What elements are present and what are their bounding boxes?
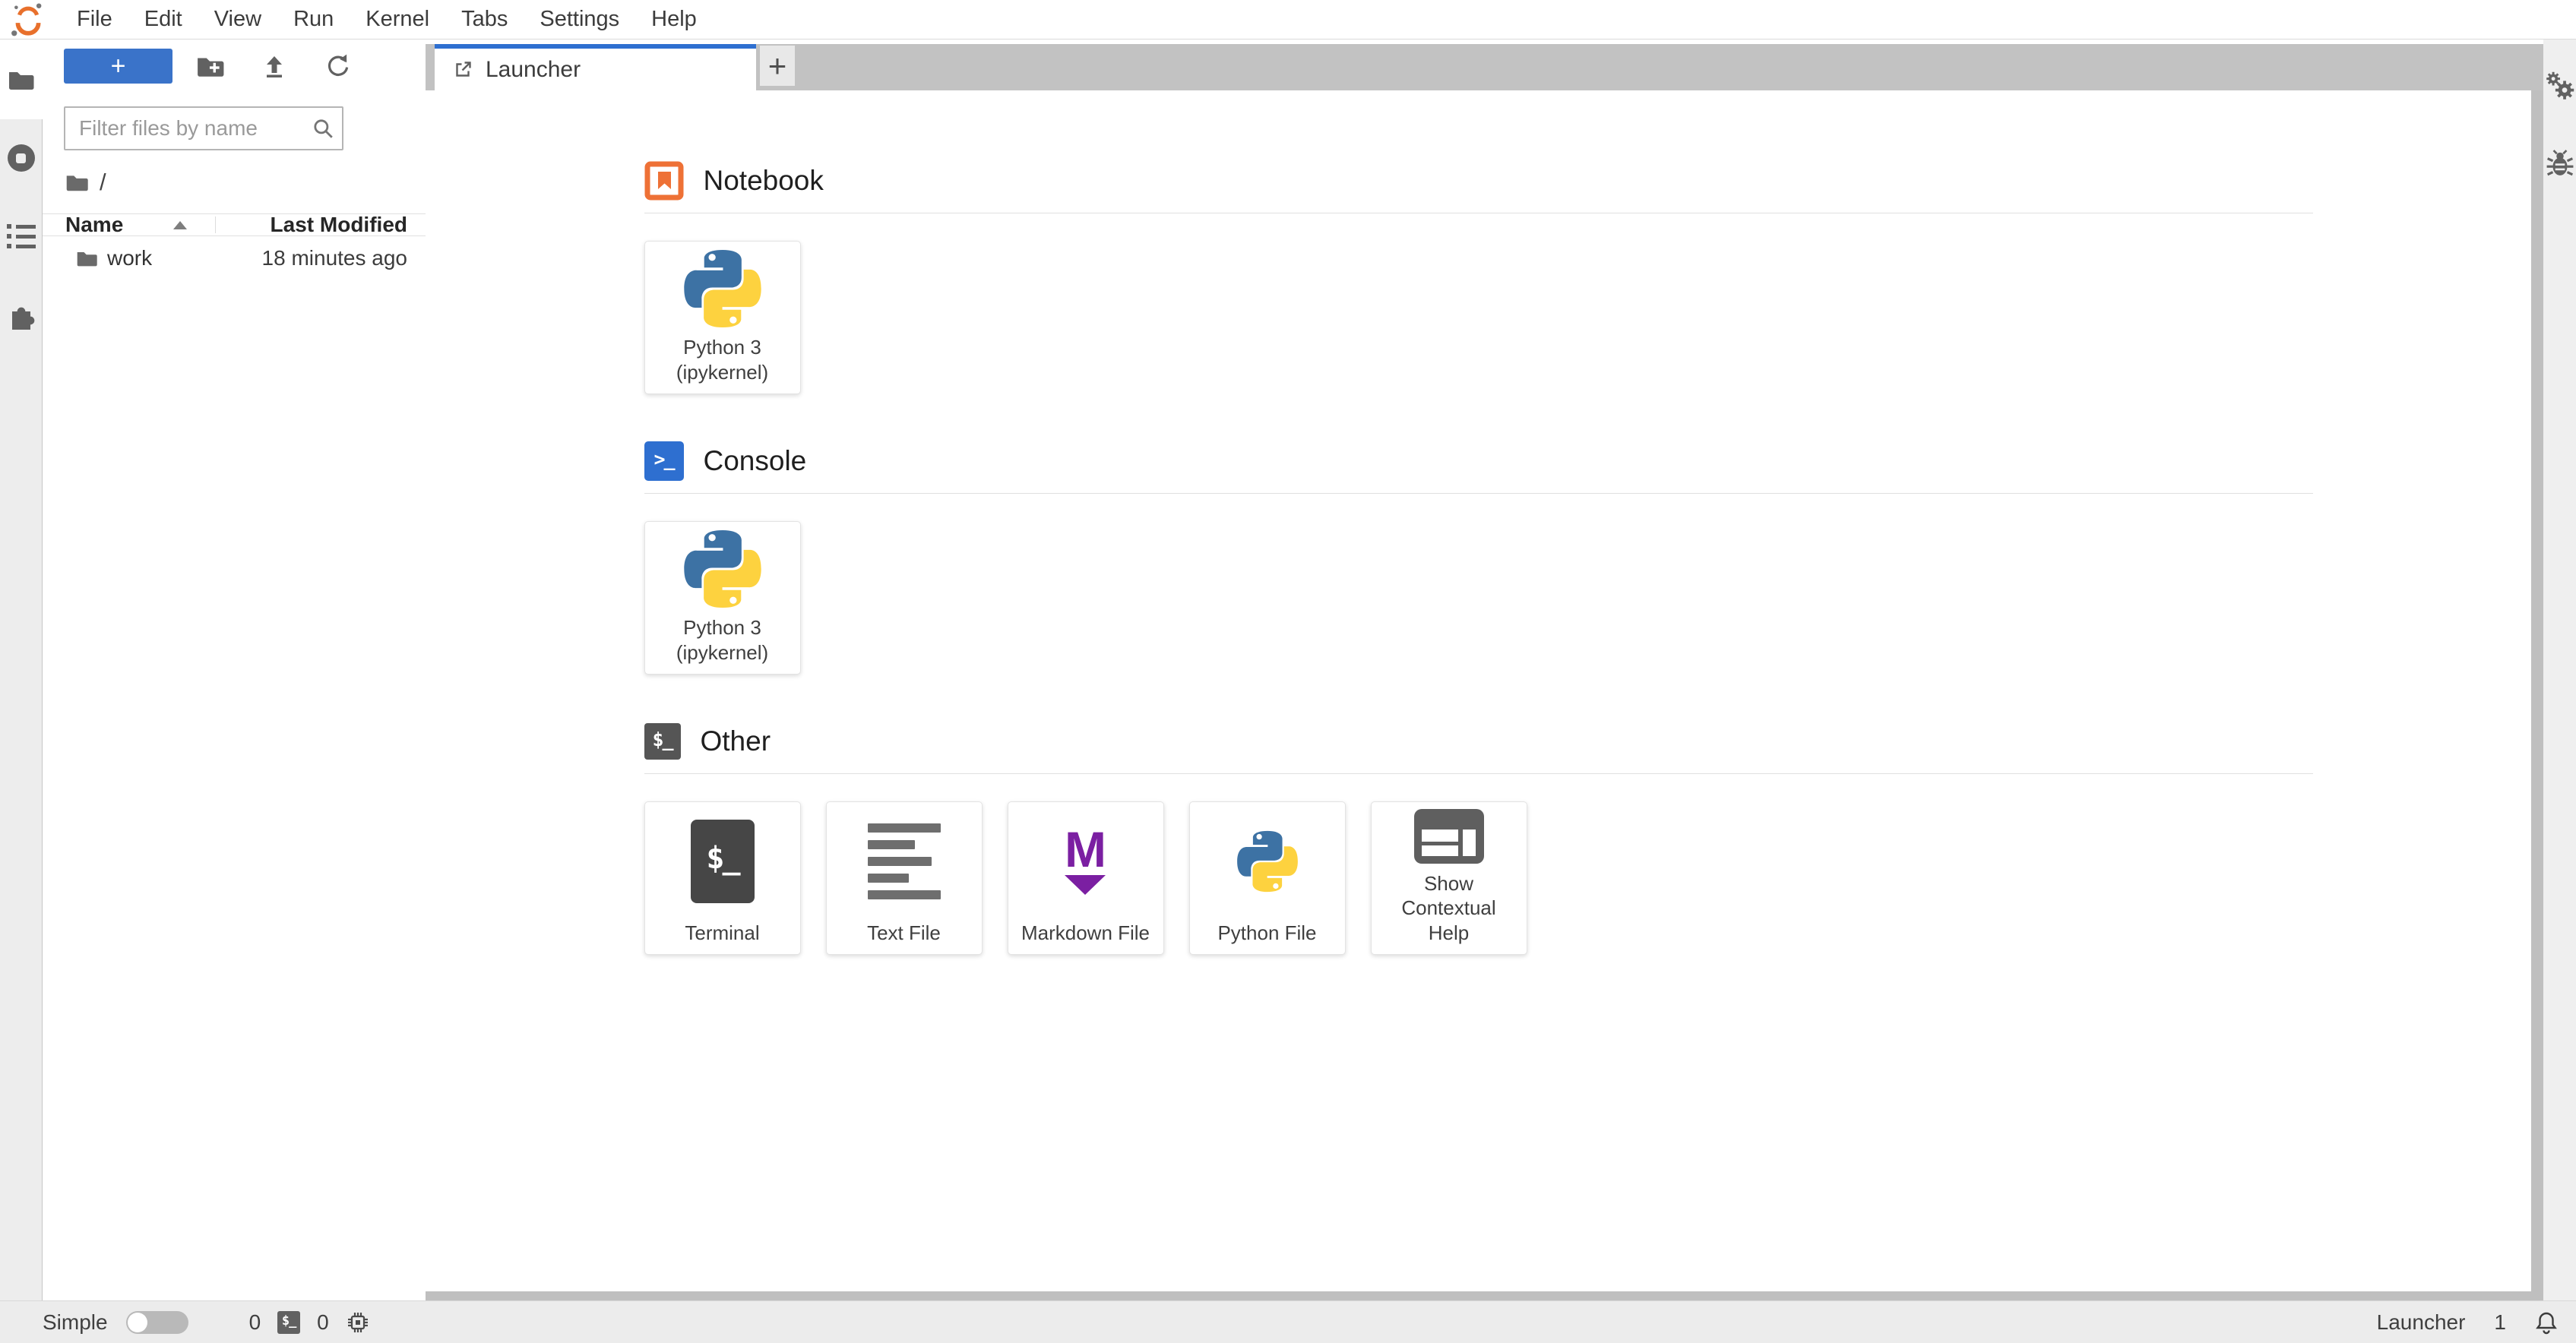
launcher-panel: Notebook Python 3 (ipykernel) >_ Console…: [426, 90, 2531, 1291]
file-name: work: [107, 246, 153, 270]
file-row-work[interactable]: work 18 minutes ago: [43, 238, 426, 279]
terminals-count: 0: [248, 1310, 261, 1334]
file-list-header: Name Last Modified: [43, 213, 426, 236]
menu-item-kernel[interactable]: Kernel: [350, 0, 445, 39]
python-logo: [676, 242, 769, 335]
menu-item-edit[interactable]: Edit: [128, 0, 198, 39]
card-label: Text File: [867, 921, 941, 944]
new-launcher-button[interactable]: +: [64, 49, 172, 84]
section-divider: [644, 773, 2313, 774]
launcher-icon: [456, 61, 471, 77]
launcher-card-console-python3[interactable]: Python 3 (ipykernel): [644, 521, 801, 675]
column-divider: [215, 216, 216, 233]
section-title: Console: [703, 445, 807, 476]
filter-files-input[interactable]: [64, 106, 343, 150]
refresh-button[interactable]: [321, 49, 355, 83]
python-logo: [1231, 825, 1304, 898]
breadcrumb-root: /: [100, 169, 106, 195]
simple-mode-toggle[interactable]: [125, 1310, 188, 1334]
tab-launcher[interactable]: Launcher: [435, 44, 756, 90]
menu-item-view[interactable]: View: [198, 0, 277, 39]
home-folder-icon[interactable]: [65, 172, 89, 192]
sort-ascending-icon: [173, 220, 188, 229]
launcher-card-markdown-file[interactable]: M Markdown File: [1007, 801, 1164, 955]
current-widget-label: Launcher: [2376, 1310, 2466, 1334]
upload-button[interactable]: [258, 49, 291, 83]
file-last-modified: 18 minutes ago: [261, 246, 407, 270]
breadcrumb: /: [65, 167, 106, 198]
menu-item-run[interactable]: Run: [277, 0, 350, 39]
new-folder-button[interactable]: [194, 49, 227, 83]
menu-item-help[interactable]: Help: [635, 0, 713, 39]
sidebar-tab-running-kernels[interactable]: [6, 143, 36, 173]
bell-icon[interactable]: [2535, 1310, 2558, 1335]
right-sidebar-strip: [2543, 40, 2576, 1300]
jupyter-logo: [11, 2, 42, 36]
new-folder-icon: [196, 54, 225, 78]
launcher-card-terminal[interactable]: $_ Terminal: [644, 801, 801, 955]
launcher-section-notebook: Notebook Python 3 (ipykernel): [644, 160, 2313, 394]
running-icon: [7, 144, 35, 172]
kernels-count: 0: [317, 1310, 329, 1334]
tab-label: Launcher: [486, 56, 581, 82]
file-browser-panel: + /: [43, 40, 426, 1300]
card-label: Python File: [1217, 921, 1317, 944]
section-divider: [644, 493, 2313, 494]
new-tab-button[interactable]: +: [760, 46, 795, 86]
section-title: Notebook: [703, 165, 824, 196]
main-dock-panel: Launcher + Notebook Python 3 (ipykernel)…: [426, 40, 2543, 1300]
console-icon: >_: [644, 441, 684, 481]
terminal-icon: $_: [644, 723, 681, 760]
bug-icon: [2546, 150, 2573, 176]
layout-split-icon: [1413, 809, 1484, 864]
launcher-section-console: >_ Console Python 3 (ipykernel): [644, 440, 2313, 675]
column-header-last-modified[interactable]: Last Modified: [271, 213, 407, 237]
kernel-chip-icon[interactable]: [346, 1310, 370, 1335]
sidebar-tab-extensions[interactable]: [6, 299, 36, 330]
sidebar-tab-table-of-contents[interactable]: [6, 221, 36, 251]
upload-icon: [267, 56, 282, 77]
launcher-card-show-contextual-help[interactable]: Show Contextual Help: [1370, 801, 1527, 955]
left-sidebar-strip: [0, 40, 43, 1300]
card-label: Markdown File: [1021, 921, 1150, 944]
list-icon: [6, 224, 36, 248]
launcher-section-other: $_ Other $_ Terminal Text File M Markdow…: [644, 720, 2313, 955]
python-logo: [676, 523, 769, 615]
terminal-icon: $_: [690, 819, 755, 903]
toggle-knob: [127, 1312, 147, 1332]
menu-item-tabs[interactable]: Tabs: [445, 0, 524, 39]
card-label: Show Contextual Help: [1401, 871, 1496, 944]
sidebar-tab-file-browser[interactable]: [6, 65, 36, 95]
menu-bar: File Edit View Run Kernel Tabs Settings …: [0, 0, 2576, 40]
sidebar-tab-debugger[interactable]: [2543, 146, 2576, 181]
menu-item-settings[interactable]: Settings: [524, 0, 635, 39]
refresh-icon: [328, 54, 349, 76]
card-label: Python 3 (ipykernel): [676, 336, 769, 384]
card-label: Python 3 (ipykernel): [676, 616, 769, 664]
gears-icon: [2546, 71, 2574, 100]
dock-tab-bar: Launcher +: [426, 44, 2543, 90]
puzzle-icon: [11, 307, 34, 330]
file-browser-toolbar: +: [43, 47, 426, 85]
launcher-card-notebook-python3[interactable]: Python 3 (ipykernel): [644, 241, 801, 394]
notifications-count: 1: [2494, 1310, 2506, 1334]
folder-icon: [76, 249, 98, 267]
launcher-card-text-file[interactable]: Text File: [825, 801, 983, 955]
markdown-icon: M: [1065, 824, 1106, 896]
card-label: Terminal: [685, 921, 760, 944]
notebook-icon: [644, 161, 683, 201]
text-lines-icon: [867, 823, 941, 899]
menu-item-file[interactable]: File: [61, 0, 128, 39]
folder-icon: [8, 68, 35, 91]
search-icon: [314, 119, 333, 138]
simple-mode-label: Simple: [43, 1310, 108, 1334]
launcher-card-python-file[interactable]: Python File: [1188, 801, 1346, 955]
menu-items: File Edit View Run Kernel Tabs Settings …: [61, 0, 713, 39]
section-title: Other: [700, 725, 771, 757]
status-bar: Simple 0 $_ 0 Launcher 1: [0, 1300, 2576, 1343]
sidebar-tab-property-inspector[interactable]: [2543, 68, 2576, 103]
column-header-name[interactable]: Name: [65, 213, 188, 237]
terminal-badge-icon[interactable]: $_: [277, 1310, 301, 1334]
